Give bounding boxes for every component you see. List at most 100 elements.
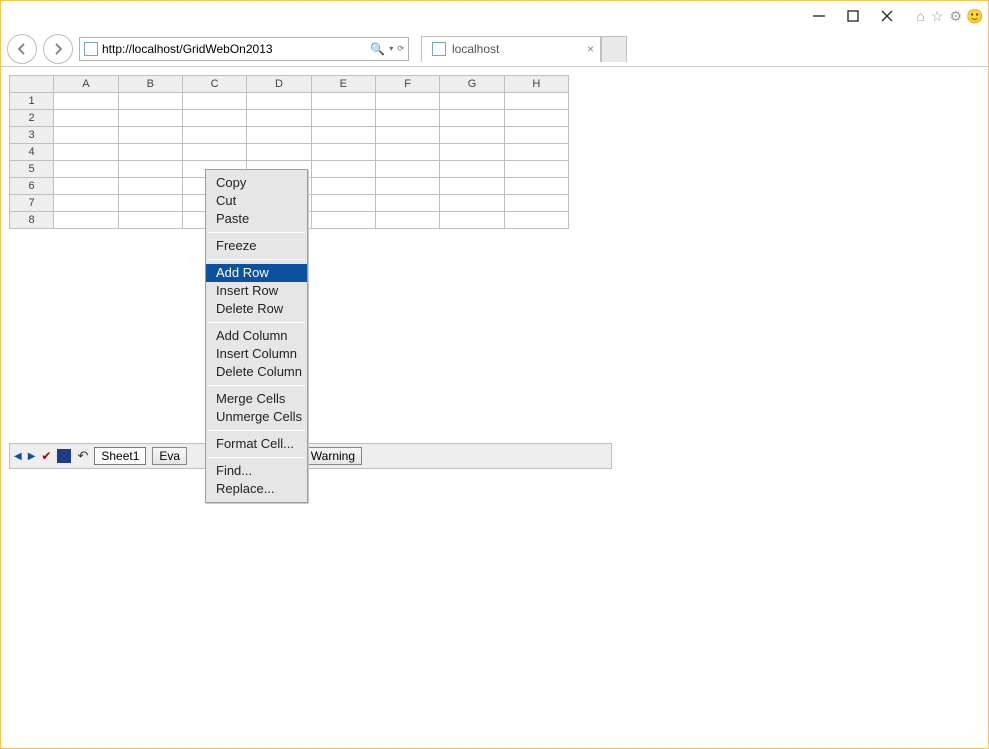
cell[interactable] bbox=[118, 161, 182, 178]
cell[interactable] bbox=[504, 195, 568, 212]
tab-localhost[interactable]: localhost × bbox=[421, 36, 601, 62]
cell[interactable] bbox=[118, 212, 182, 229]
cell[interactable] bbox=[504, 110, 568, 127]
cell[interactable] bbox=[182, 127, 246, 144]
feedback-icon[interactable]: 🙂 bbox=[968, 9, 982, 23]
cell[interactable] bbox=[504, 144, 568, 161]
save-icon[interactable] bbox=[57, 449, 71, 463]
cell[interactable] bbox=[375, 161, 439, 178]
cell[interactable] bbox=[440, 127, 504, 144]
cell[interactable] bbox=[440, 110, 504, 127]
cell[interactable] bbox=[440, 144, 504, 161]
toolbar-button-left-edge[interactable]: Eva bbox=[152, 447, 187, 465]
cell[interactable] bbox=[54, 93, 118, 110]
undo-icon[interactable]: ↶ bbox=[77, 448, 88, 464]
row-header[interactable]: 6 bbox=[10, 178, 54, 195]
cell[interactable] bbox=[118, 195, 182, 212]
cell[interactable] bbox=[375, 110, 439, 127]
next-sheet-icon[interactable]: ▶ bbox=[28, 451, 36, 462]
cell[interactable] bbox=[118, 93, 182, 110]
cell[interactable] bbox=[440, 161, 504, 178]
cell[interactable] bbox=[247, 93, 311, 110]
cell[interactable] bbox=[504, 212, 568, 229]
context-menu-item[interactable]: Insert Row bbox=[206, 282, 307, 300]
address-bar[interactable]: http://localhost/GridWebOn2013 🔍 ▾ ⟳ bbox=[79, 37, 409, 61]
col-header[interactable]: C bbox=[182, 76, 246, 93]
context-menu-item[interactable]: Freeze bbox=[206, 237, 307, 255]
back-button[interactable] bbox=[7, 34, 37, 64]
row-header[interactable]: 3 bbox=[10, 127, 54, 144]
cell[interactable] bbox=[311, 195, 375, 212]
context-menu-item[interactable]: Insert Column bbox=[206, 345, 307, 363]
col-header[interactable]: A bbox=[54, 76, 118, 93]
row-header[interactable]: 8 bbox=[10, 212, 54, 229]
cell[interactable] bbox=[182, 144, 246, 161]
col-header[interactable]: B bbox=[118, 76, 182, 93]
cell[interactable] bbox=[440, 195, 504, 212]
cell[interactable] bbox=[311, 127, 375, 144]
refresh-icon[interactable]: ⟳ bbox=[397, 44, 404, 53]
context-menu-item[interactable]: Merge Cells bbox=[206, 390, 307, 408]
cell[interactable] bbox=[247, 144, 311, 161]
minimize-button[interactable] bbox=[812, 9, 826, 23]
address-dropdown-icon[interactable]: ▾ bbox=[389, 44, 393, 53]
context-menu-item[interactable]: Cut bbox=[206, 192, 307, 210]
cell[interactable] bbox=[311, 161, 375, 178]
cell[interactable] bbox=[182, 110, 246, 127]
cell[interactable] bbox=[375, 212, 439, 229]
row-header[interactable]: 1 bbox=[10, 93, 54, 110]
col-header[interactable]: H bbox=[504, 76, 568, 93]
cell[interactable] bbox=[375, 127, 439, 144]
col-header[interactable]: D bbox=[247, 76, 311, 93]
cell[interactable] bbox=[375, 195, 439, 212]
tab-close-icon[interactable]: × bbox=[587, 42, 594, 56]
search-icon[interactable]: 🔍 bbox=[370, 42, 385, 56]
context-menu-item[interactable]: Unmerge Cells bbox=[206, 408, 307, 426]
context-menu-item[interactable]: Delete Column bbox=[206, 363, 307, 381]
cell[interactable] bbox=[118, 178, 182, 195]
select-all-corner[interactable] bbox=[10, 76, 54, 93]
col-header[interactable]: E bbox=[311, 76, 375, 93]
context-menu-item[interactable]: Copy bbox=[206, 174, 307, 192]
cell[interactable] bbox=[504, 93, 568, 110]
col-header[interactable]: G bbox=[440, 76, 504, 93]
cell[interactable] bbox=[311, 110, 375, 127]
close-button[interactable] bbox=[880, 9, 894, 23]
context-menu-item[interactable]: Delete Row bbox=[206, 300, 307, 318]
cell[interactable] bbox=[247, 127, 311, 144]
active-sheet-name[interactable]: Sheet1 bbox=[94, 447, 146, 465]
prev-sheet-icon[interactable]: ◀ bbox=[14, 451, 22, 462]
context-menu-item[interactable]: Format Cell... bbox=[206, 435, 307, 453]
cell[interactable] bbox=[375, 93, 439, 110]
context-menu-item[interactable]: Replace... bbox=[206, 480, 307, 498]
cell[interactable] bbox=[54, 212, 118, 229]
cell[interactable] bbox=[311, 178, 375, 195]
maximize-button[interactable] bbox=[846, 9, 860, 23]
cell[interactable] bbox=[440, 178, 504, 195]
cell[interactable] bbox=[311, 93, 375, 110]
home-icon[interactable]: ⌂ bbox=[916, 8, 924, 24]
row-header[interactable]: 4 bbox=[10, 144, 54, 161]
cell[interactable] bbox=[54, 110, 118, 127]
cell[interactable] bbox=[440, 212, 504, 229]
cell[interactable] bbox=[504, 161, 568, 178]
new-tab-button[interactable] bbox=[601, 36, 627, 62]
col-header[interactable]: F bbox=[375, 76, 439, 93]
row-header[interactable]: 2 bbox=[10, 110, 54, 127]
cell[interactable] bbox=[504, 178, 568, 195]
cell[interactable] bbox=[375, 178, 439, 195]
context-menu-item[interactable]: Find... bbox=[206, 462, 307, 480]
cell[interactable] bbox=[311, 212, 375, 229]
cell[interactable] bbox=[247, 110, 311, 127]
cell[interactable] bbox=[54, 144, 118, 161]
cell[interactable] bbox=[118, 127, 182, 144]
cell[interactable] bbox=[54, 161, 118, 178]
context-menu-item[interactable]: Add Row bbox=[206, 264, 307, 282]
cell[interactable] bbox=[182, 93, 246, 110]
row-header[interactable]: 7 bbox=[10, 195, 54, 212]
forward-button[interactable] bbox=[43, 34, 73, 64]
cell[interactable] bbox=[54, 127, 118, 144]
commit-icon[interactable]: ✔ bbox=[41, 449, 51, 463]
cell[interactable] bbox=[375, 144, 439, 161]
cell[interactable] bbox=[118, 110, 182, 127]
